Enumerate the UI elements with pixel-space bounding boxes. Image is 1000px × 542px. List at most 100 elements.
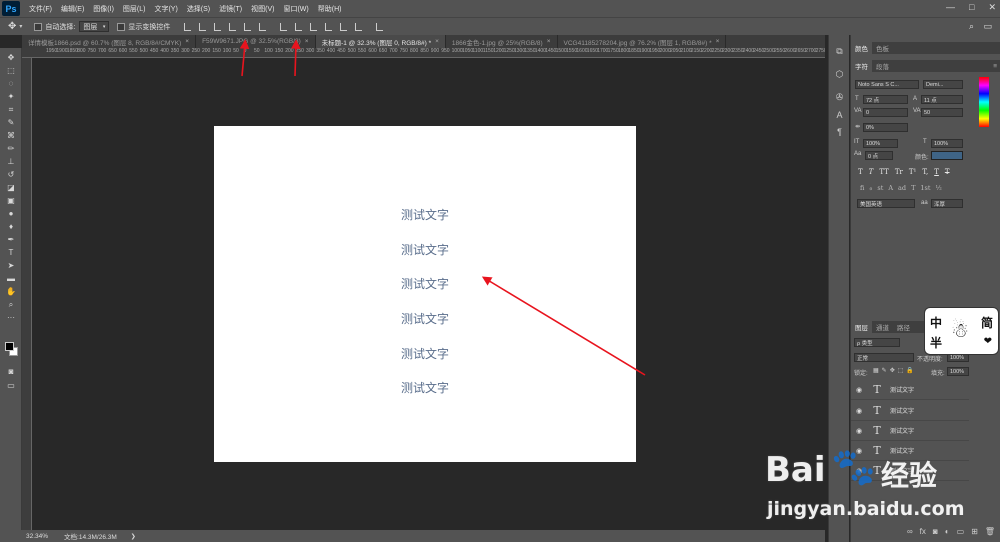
dodge-tool-icon[interactable]: ♦	[4, 221, 18, 232]
maximize-button[interactable]: □	[969, 2, 974, 13]
menu-layer[interactable]: 图层(L)	[123, 4, 146, 14]
discretionary-ligature-button[interactable]: st	[877, 184, 883, 192]
tool-preset-dropdown-icon[interactable]: ▾	[19, 23, 22, 30]
eye-icon[interactable]: ◉	[854, 427, 864, 435]
clone-stamp-tool-icon[interactable]: ⊥	[4, 156, 18, 167]
workspace-icon[interactable]: ▭	[983, 21, 992, 32]
document-canvas[interactable]: 测试文字 测试文字 测试文字 测试文字 测试文字 测试文字	[214, 126, 636, 462]
superscript-button[interactable]: T¹	[909, 168, 916, 176]
all-caps-button[interactable]: TT	[879, 168, 888, 176]
layer-row[interactable]: ◉ T 测试文字	[851, 421, 969, 441]
menu-window[interactable]: 窗口(W)	[283, 4, 308, 14]
canvas-text-layer[interactable]: 测试文字	[214, 241, 636, 258]
status-menu-icon[interactable]: ❯	[131, 533, 136, 540]
tab-paths[interactable]: 路径	[893, 321, 914, 333]
align-left-icon[interactable]	[229, 22, 237, 31]
new-layer-icon[interactable]: ⊞	[971, 527, 978, 541]
foreground-color-swatch[interactable]	[5, 342, 14, 351]
align-right-icon[interactable]	[259, 22, 267, 31]
auto-align-icon[interactable]	[376, 22, 384, 31]
tab-document[interactable]: 详情模板1866.psd @ 60.7% (图层 8, RGB/8#/CMYK)…	[22, 35, 197, 48]
distribute-hcenter-icon[interactable]	[340, 22, 348, 31]
canvas-area[interactable]: 测试文字 测试文字 测试文字 测试文字 测试文字 测试文字	[32, 58, 825, 530]
trash-icon[interactable]: 🗑	[985, 527, 995, 541]
close-window-button[interactable]: ✕	[988, 2, 996, 13]
close-icon[interactable]: ×	[547, 38, 551, 45]
history-brush-tool-icon[interactable]: ↺	[4, 169, 18, 180]
distribute-left-icon[interactable]	[325, 22, 333, 31]
history-panel-icon[interactable]: ⧉	[834, 46, 845, 57]
blur-tool-icon[interactable]: ●	[4, 208, 18, 219]
character-panel-icon[interactable]: A	[834, 109, 845, 120]
crop-tool-icon[interactable]: ⌗	[4, 104, 18, 115]
tab-paragraph[interactable]: 段落	[872, 60, 893, 72]
baseline-field[interactable]: 0 点	[865, 151, 893, 160]
search-icon[interactable]: ⌕	[969, 21, 974, 32]
auto-select-dropdown[interactable]: 图层 ▾	[79, 21, 110, 32]
faux-bold-button[interactable]: T	[858, 168, 863, 176]
layer-style-icon[interactable]: fx	[920, 527, 926, 541]
menu-type[interactable]: 文字(Y)	[154, 4, 177, 14]
close-icon[interactable]: ×	[185, 38, 189, 45]
align-bottom-icon[interactable]	[214, 22, 222, 31]
marquee-tool-icon[interactable]: ⬚	[4, 65, 18, 76]
align-hcenter-icon[interactable]	[244, 22, 252, 31]
blend-mode-select[interactable]: 正常	[854, 353, 914, 362]
tab-color[interactable]: 颜色	[851, 42, 872, 54]
fill-field[interactable]: 100%	[947, 367, 969, 376]
text-color-swatch[interactable]	[931, 151, 963, 160]
font-family-select[interactable]: Noto Sans S C...	[855, 80, 919, 89]
eyedropper-tool-icon[interactable]: ✎	[4, 117, 18, 128]
pen-tool-icon[interactable]: ✒	[4, 234, 18, 245]
menu-edit[interactable]: 编辑(E)	[61, 4, 84, 14]
distribute-vcenter-icon[interactable]	[295, 22, 303, 31]
move-tool-icon[interactable]: ✥	[4, 52, 18, 63]
vertical-ruler[interactable]	[22, 58, 32, 530]
antialias-select[interactable]: 浑厚	[931, 199, 963, 208]
type-tool-icon[interactable]: T	[4, 247, 18, 258]
tab-document[interactable]: VCG41185278204.jpg @ 76.2% (图层 1, RGB/8#…	[558, 35, 727, 48]
layer-row[interactable]: ◉ T 测试文字	[851, 401, 969, 421]
ligature-button[interactable]: fi	[860, 184, 864, 192]
magic-wand-tool-icon[interactable]: ✦	[4, 91, 18, 102]
distribute-right-icon[interactable]	[355, 22, 363, 31]
quick-mask-icon[interactable]: ◙	[4, 366, 18, 377]
font-size-field[interactable]: 72 点	[863, 95, 908, 104]
more-tools-icon[interactable]: ···	[4, 312, 18, 323]
path-selection-tool-icon[interactable]: ➤	[4, 260, 18, 271]
zoom-tool-icon[interactable]: ⌕	[4, 299, 18, 310]
canvas-text-layer[interactable]: 测试文字	[214, 206, 636, 223]
strikethrough-button[interactable]: T	[945, 168, 950, 176]
swash-button[interactable]: A	[888, 184, 893, 192]
canvas-text-layer[interactable]: 测试文字	[214, 379, 636, 396]
stylistic-alt-button[interactable]: ad	[898, 184, 906, 192]
distribute-top-icon[interactable]	[280, 22, 288, 31]
align-vcenter-icon[interactable]	[199, 22, 207, 31]
properties-panel-icon[interactable]: ⬡	[834, 69, 845, 80]
tab-document[interactable]: 1866金色-1.jpg @ 25%(RGB/8) ×	[446, 35, 558, 48]
close-icon[interactable]: ×	[716, 38, 720, 45]
leading-field[interactable]: 11 点	[921, 95, 963, 104]
eye-icon[interactable]: ◉	[854, 407, 864, 415]
layer-mask-icon[interactable]: ◙	[933, 527, 938, 541]
menu-view[interactable]: 视图(V)	[251, 4, 274, 14]
underline-button[interactable]: T	[934, 168, 939, 176]
adjustment-layer-icon[interactable]: ◐	[945, 527, 950, 541]
contextual-alt-button[interactable]: ℴ	[869, 184, 872, 192]
panel-menu-icon[interactable]: ≡	[989, 60, 1000, 72]
small-caps-button[interactable]: Tr	[895, 168, 903, 176]
horizontal-scale-field[interactable]: 100%	[931, 139, 963, 148]
color-spectrum[interactable]	[979, 77, 989, 127]
tab-swatches[interactable]: 色板	[872, 42, 893, 54]
menu-filter[interactable]: 滤镜(T)	[219, 4, 242, 14]
link-layers-icon[interactable]: ∞	[907, 527, 913, 541]
show-transform-checkbox[interactable]	[117, 22, 126, 31]
vertical-scale-field[interactable]: 100%	[863, 139, 898, 148]
fractions-button[interactable]: ½	[936, 184, 942, 192]
close-icon[interactable]: ×	[305, 38, 309, 45]
close-icon[interactable]: ×	[435, 38, 439, 45]
auto-select-checkbox[interactable]	[34, 22, 43, 31]
new-group-icon[interactable]: ▭	[957, 527, 965, 541]
align-top-icon[interactable]	[184, 22, 192, 31]
menu-image[interactable]: 图像(I)	[93, 4, 114, 14]
